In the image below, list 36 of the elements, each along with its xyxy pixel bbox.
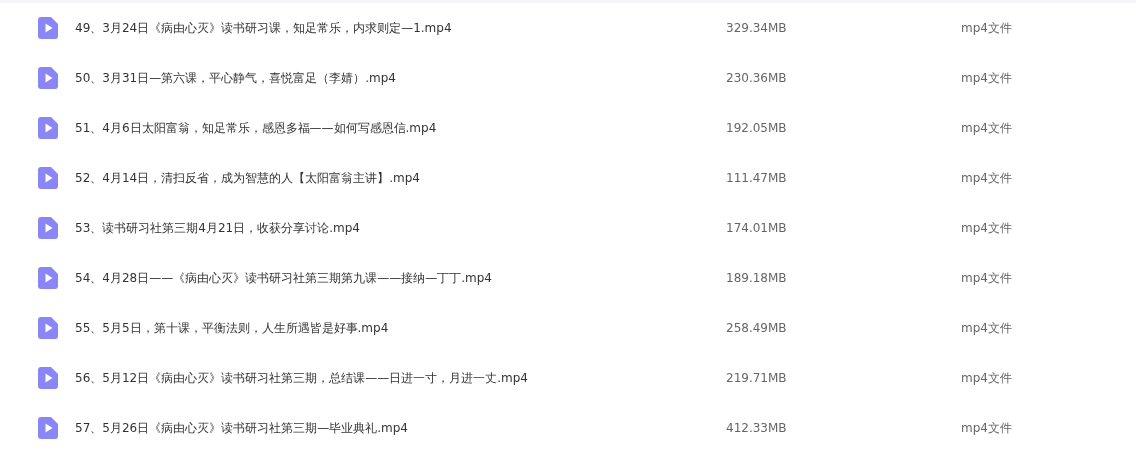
- file-type: mp4文件: [961, 369, 1013, 387]
- file-type: mp4文件: [961, 419, 1013, 437]
- file-size: 189.18MB: [726, 271, 788, 285]
- file-name[interactable]: 54、4月28日——《病由心灭》读书研习社第三期第九课——接纳—丁丁.mp4: [58, 269, 726, 287]
- file-name[interactable]: 50、3月31日—第六课，平心静气，喜悦富足（李婧）.mp4: [58, 69, 726, 87]
- video-file-icon: [38, 417, 58, 439]
- file-size: 412.33MB: [726, 421, 788, 435]
- file-name[interactable]: 51、4月6日太阳富翁，知足常乐，感恩多福——如何写感恩信.mp4: [58, 119, 726, 137]
- video-file-icon: [38, 217, 58, 239]
- video-file-icon: [38, 367, 58, 389]
- file-size: 219.71MB: [726, 371, 788, 385]
- video-file-icon: [38, 17, 58, 39]
- file-size: 174.01MB: [726, 221, 788, 235]
- video-file-icon: [38, 117, 58, 139]
- file-size: 192.05MB: [726, 121, 788, 135]
- file-type: mp4文件: [961, 319, 1013, 337]
- video-file-icon: [38, 267, 58, 289]
- file-size: 329.34MB: [726, 21, 788, 35]
- file-size: 111.47MB: [726, 171, 788, 185]
- file-type: mp4文件: [961, 19, 1013, 37]
- file-type: mp4文件: [961, 119, 1013, 137]
- file-size: 258.49MB: [726, 321, 788, 335]
- file-name[interactable]: 55、5月5日，第十课，平衡法则，人生所遇皆是好事.mp4: [58, 319, 726, 337]
- video-file-icon: [38, 317, 58, 339]
- file-name[interactable]: 56、5月12日《病由心灭》读书研习社第三期，总结课——日进一寸，月进一丈.mp4: [58, 369, 726, 387]
- video-file-icon: [38, 67, 58, 89]
- file-name[interactable]: 53、读书研习社第三期4月21日，收获分享讨论.mp4: [58, 219, 726, 237]
- file-name[interactable]: 49、3月24日《病由心灭》读书研习课，知足常乐，内求则定—1.mp4: [58, 19, 726, 37]
- file-type: mp4文件: [961, 269, 1013, 287]
- file-name[interactable]: 52、4月14日，清扫反省，成为智慧的人【太阳富翁主讲】.mp4: [58, 169, 726, 187]
- file-type: mp4文件: [961, 69, 1013, 87]
- file-type: mp4文件: [961, 219, 1013, 237]
- video-file-icon: [38, 167, 58, 189]
- file-size: 230.36MB: [726, 71, 788, 85]
- file-name[interactable]: 57、5月26日《病由心灭》读书研习社第三期—毕业典礼.mp4: [58, 419, 726, 437]
- file-type: mp4文件: [961, 169, 1013, 187]
